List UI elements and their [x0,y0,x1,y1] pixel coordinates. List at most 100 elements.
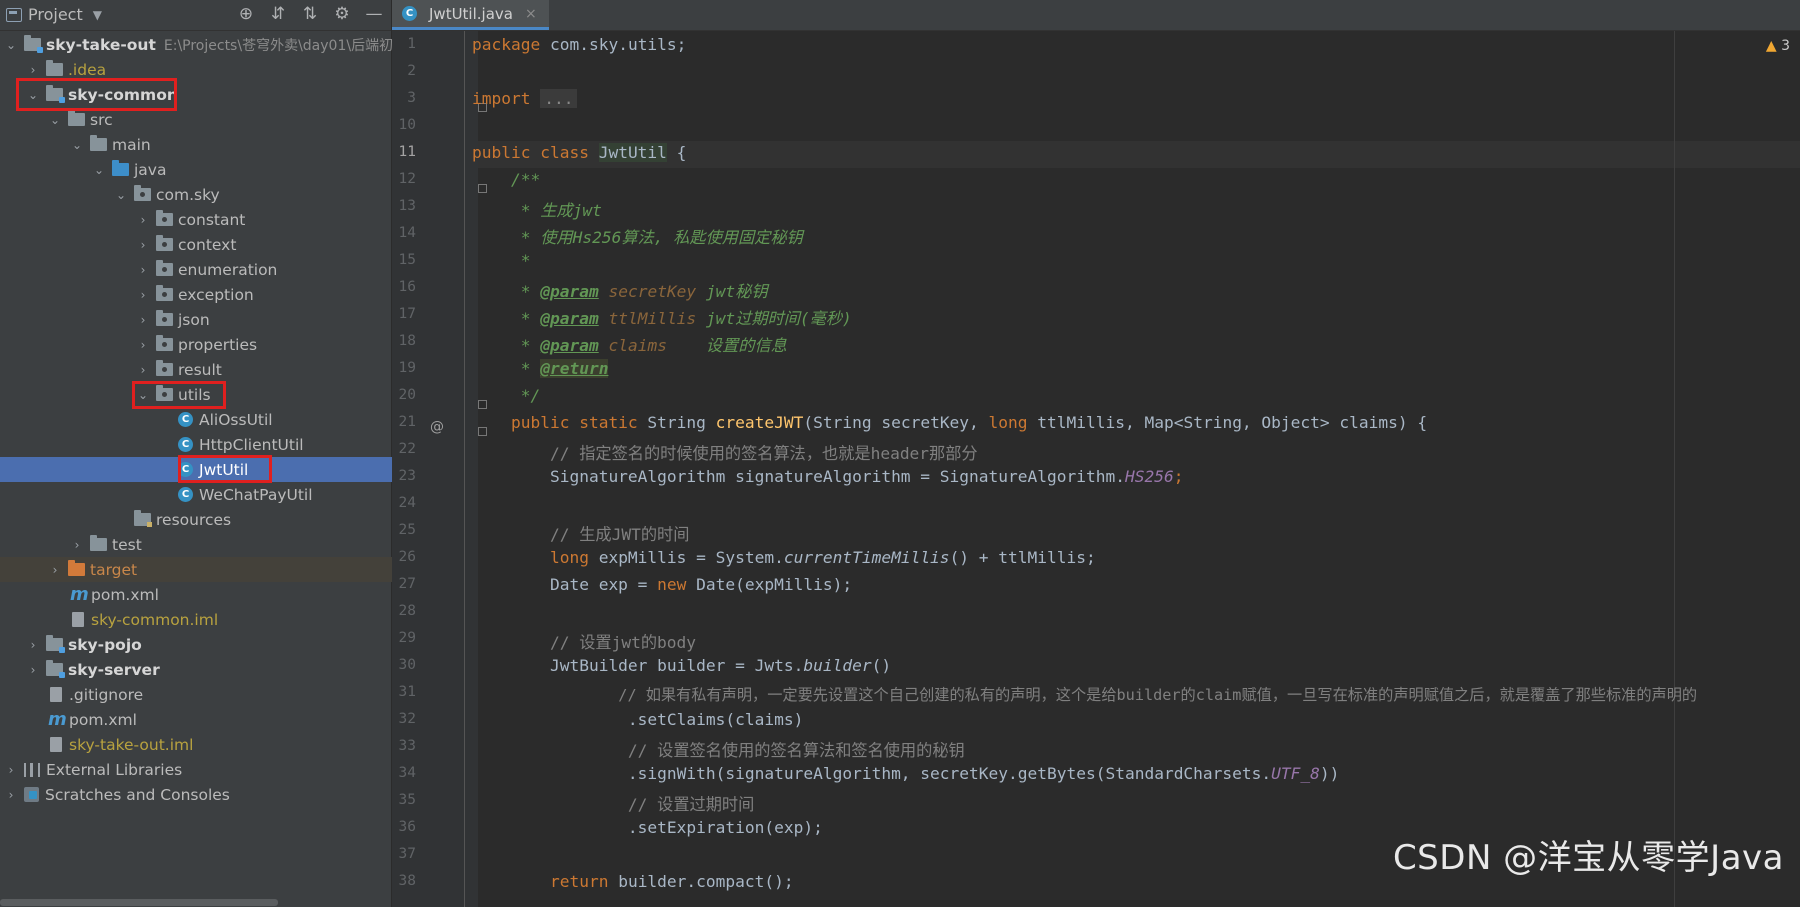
tree-item-sky-server[interactable]: › sky-server [0,657,417,682]
code-token: @param [540,336,599,355]
code-token: currentTimeMillis [783,548,950,567]
gear-icon[interactable]: ⚙ [331,3,353,25]
chevron-down-icon[interactable]: ⌄ [114,188,128,202]
code-line: // 生成JWT的时间 [472,525,690,544]
project-view-selector[interactable]: Project ▼ [6,5,102,24]
tree-item-sky-take-out[interactable]: ⌄ sky-take-out E:\Projects\苍穹外卖\day01\后端… [0,32,395,57]
code-line: JwtBuilder builder = Jwts.builder() [472,656,891,675]
tree-item-sky-common[interactable]: ⌄ sky-common [0,82,417,107]
folder-icon [90,535,107,551]
chevron-right-icon[interactable]: › [4,763,18,777]
line-number: 25 [398,522,416,538]
tree-item-label: pom.xml [69,710,137,729]
tree-item-label: properties [178,335,258,354]
chevron-right-icon[interactable]: › [26,63,40,77]
code-token: Date exp = [472,575,658,594]
scrollbar-thumb[interactable] [0,899,278,906]
horizontal-scrollbar[interactable] [0,897,391,907]
module-folder-icon [46,85,65,103]
chevron-right-icon[interactable]: › [136,338,150,352]
tree-item-label: java [134,160,167,179]
tree-item-label: main [112,135,151,154]
code-token: builder [803,656,872,675]
resources-folder-icon [134,510,152,527]
chevron-down-icon[interactable]: ⌄ [70,138,84,152]
tree-item-src[interactable]: ⌄ src [0,107,439,132]
project-view-icon [6,7,22,22]
chevron-right-icon[interactable]: › [136,363,150,377]
code-editor[interactable]: C JwtUtil.java × ▲ 3 1 2 3 10 11 12 13 1… [392,0,1800,907]
code-token: new [657,575,687,594]
code-line: // 设置jwt的body [472,633,696,652]
line-number: 17 [398,306,416,322]
code-line: .setClaims(claims) [472,710,804,729]
collapse-all-icon[interactable]: ⇅ [299,3,321,25]
tree-item-label: External Libraries [46,760,183,779]
code-line: */ [472,386,541,405]
tree-item-label: JwtUtil [199,460,249,479]
chevron-down-icon[interactable]: ⌄ [48,113,62,127]
package-icon [156,210,173,226]
line-number: 38 [398,873,416,889]
tree-item-external-libraries[interactable]: › External Libraries [0,757,395,782]
chevron-down-icon[interactable]: ⌄ [136,388,150,402]
chevron-right-icon[interactable]: › [70,538,84,552]
hide-icon[interactable]: — [363,3,385,25]
code-token: String [637,413,716,432]
chevron-down-icon[interactable]: ⌄ [4,38,18,52]
chevron-right-icon[interactable]: › [136,263,150,277]
code-token: long [472,548,589,567]
override-annotation-icon[interactable]: @ [430,419,444,435]
tree-item-label: sky-take-out.iml [69,735,194,754]
code-line: package com.sky.utils; [472,35,686,54]
code-token: HS256 [1124,467,1174,486]
close-icon[interactable]: × [525,6,537,22]
tree-item-label: .idea [68,60,107,79]
code-line: // 设置签名使用的签名算法和签名使用的秘钥 [472,741,965,760]
locate-icon[interactable]: ⊕ [235,3,257,25]
tree-item-scratches[interactable]: › Scratches and Consoles [0,782,395,807]
tree-item-sky-take-out-iml[interactable]: sky-take-out.iml [0,732,439,757]
code-token: * [472,359,541,378]
code-token: ttlMillis, Map<String, Object> claims) { [1027,413,1428,432]
chevron-down-icon[interactable]: ⌄ [26,88,40,102]
chevron-right-icon[interactable]: › [48,563,62,577]
package-icon [134,185,151,201]
chevron-right-icon[interactable]: › [26,663,40,677]
tree-item-label: HttpClientUtil [199,435,304,454]
chevron-right-icon[interactable]: › [26,638,40,652]
tree-item-sky-pojo[interactable]: › sky-pojo [0,632,417,657]
folded-imports[interactable]: ... [540,89,578,108]
tab-jwtutil-java[interactable]: C JwtUtil.java × [392,0,549,30]
line-number: 2 [407,63,416,79]
code-token: package [472,35,541,54]
chevron-down-icon[interactable]: ⌄ [92,163,106,177]
chevron-right-icon[interactable]: › [136,313,150,327]
tab-label: JwtUtil.java [429,4,513,23]
tree-item-target[interactable]: › target [0,557,439,582]
class-icon: C [402,6,417,21]
chevron-right-icon[interactable]: › [4,788,18,802]
code-token: createJWT [715,413,804,432]
line-number: 22 [398,441,416,457]
package-icon [156,310,173,326]
code-token: jwt秘钥 [696,282,768,301]
tree-item-root-pom-xml[interactable]: m pom.xml [0,707,439,732]
code-line: Date exp = new Date(expMillis); [472,575,852,594]
code-token: * [472,282,541,301]
code-line: .setExpiration(exp); [472,818,823,837]
chevron-right-icon[interactable]: › [136,213,150,227]
chevron-right-icon[interactable]: › [136,238,150,252]
chevron-right-icon[interactable]: › [136,288,150,302]
expand-all-icon[interactable]: ⇵ [267,3,289,25]
module-folder-icon [46,660,65,678]
code-token: builder.compact(); [608,872,794,891]
code-token: return [472,872,609,891]
excluded-folder-icon [68,560,85,576]
tree-item-idea[interactable]: › .idea [0,57,417,82]
tree-item-label: test [112,535,142,554]
code-line: * 使用Hs256算法, 私匙使用固定秘钥 [472,228,803,247]
gutter-divider [464,31,465,907]
tree-item-gitignore[interactable]: .gitignore [0,682,439,707]
warnings-indicator[interactable]: ▲ 3 [1766,38,1790,54]
